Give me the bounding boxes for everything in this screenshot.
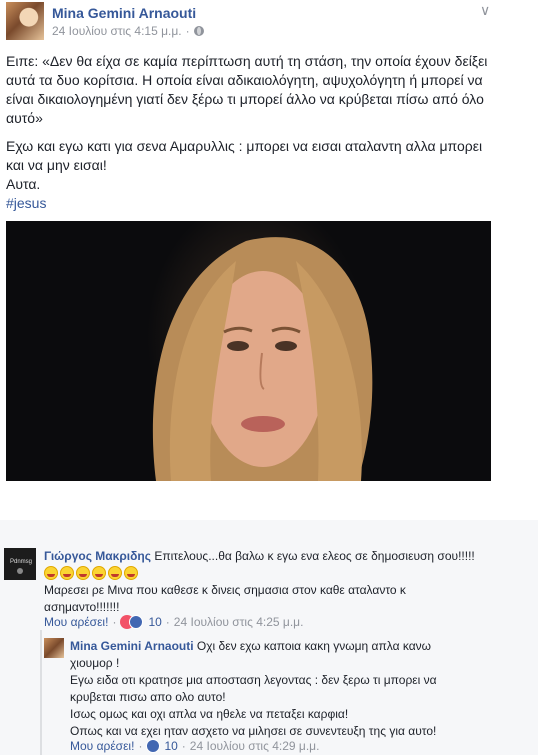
reply-timestamp[interactable]: 24 Ιουλίου στις 4:29 μ.μ. (190, 739, 320, 753)
hashtag-link[interactable]: #jesus (6, 194, 500, 213)
laughing-emoji-icon (92, 566, 106, 580)
reply-text: Οπως και να εχει ηταν ασχετο να μιλησει … (70, 724, 437, 738)
post-body: Ειπε: «Δεν θα είχα σε καμία περίπτωση αυ… (6, 52, 500, 213)
post-photo[interactable] (6, 221, 491, 481)
laughing-emoji-icon (108, 566, 122, 580)
post-paragraph: Ειπε: «Δεν θα είχα σε καμία περίπτωση αυ… (6, 53, 488, 126)
comment-text: Μαρεσει ρε Μινα που καθεσε κ δινεις σημα… (44, 583, 406, 614)
globe-icon[interactable] (193, 26, 204, 36)
reply-text: Εγω ειδα οτι κρατησε μια αποσταση λεγοντ… (70, 673, 437, 704)
comment: Γιώργος Μακριδης Επιτελους...θα βαλω κ ε… (44, 548, 514, 565)
like-button[interactable]: Μου αρέσει! (44, 615, 108, 629)
chevron-down-icon[interactable]: ∨ (480, 2, 490, 19)
post-timestamp[interactable]: 24 Ιουλίου στις 4:15 μ.μ. (52, 24, 182, 38)
comment-actions: Μου αρέσει! · 10 · 24 Ιουλίου στις 4:25 … (44, 615, 304, 629)
reply-text: Ισως ομως και οχι απλα να ηθελε να πεταξ… (70, 707, 349, 721)
reactions[interactable] (146, 739, 161, 753)
laughing-emoji-icon (60, 566, 74, 580)
like-reaction-icon (129, 615, 144, 629)
reply-thread-line (40, 630, 42, 755)
like-reaction-icon (146, 739, 161, 753)
comment-text: Επιτελους...θα βαλω κ εγω ενα ελεος σε δ… (154, 549, 475, 563)
laughing-emoji-icon (76, 566, 90, 580)
author-avatar[interactable] (6, 2, 44, 40)
reply-author-avatar[interactable] (44, 638, 64, 658)
reactions[interactable] (120, 615, 144, 629)
commenter-avatar[interactable]: Pdnmsg (4, 548, 36, 580)
reply-author[interactable]: Mina Gemini Arnaouti (70, 639, 194, 653)
like-button[interactable]: Μου αρέσει! (70, 739, 134, 753)
reaction-count[interactable]: 10 (164, 739, 177, 753)
post-paragraph: Εχω και εγω κατι για σενα Αμαρυλλις : μπ… (6, 138, 483, 173)
reaction-count[interactable]: 10 (148, 615, 161, 629)
laughing-emoji-icon (124, 566, 138, 580)
reply: Mina Gemini Arnaouti Οχι δεν εχω καποια … (70, 638, 470, 672)
post-paragraph: Αυτα. (6, 176, 41, 192)
laughing-emoji-icon (44, 566, 58, 580)
reply-actions: Μου αρέσει! · 10 · 24 Ιουλίου στις 4:29 … (70, 739, 320, 753)
post-author-name[interactable]: Mina Gemini Arnaouti (52, 5, 196, 21)
emoji-row (44, 566, 138, 580)
comment-timestamp[interactable]: 24 Ιουλίου στις 4:25 μ.μ. (174, 615, 304, 629)
comment-author[interactable]: Γιώργος Μακριδης (44, 549, 151, 563)
post-meta: 24 Ιουλίου στις 4:15 μ.μ. · (52, 24, 204, 38)
